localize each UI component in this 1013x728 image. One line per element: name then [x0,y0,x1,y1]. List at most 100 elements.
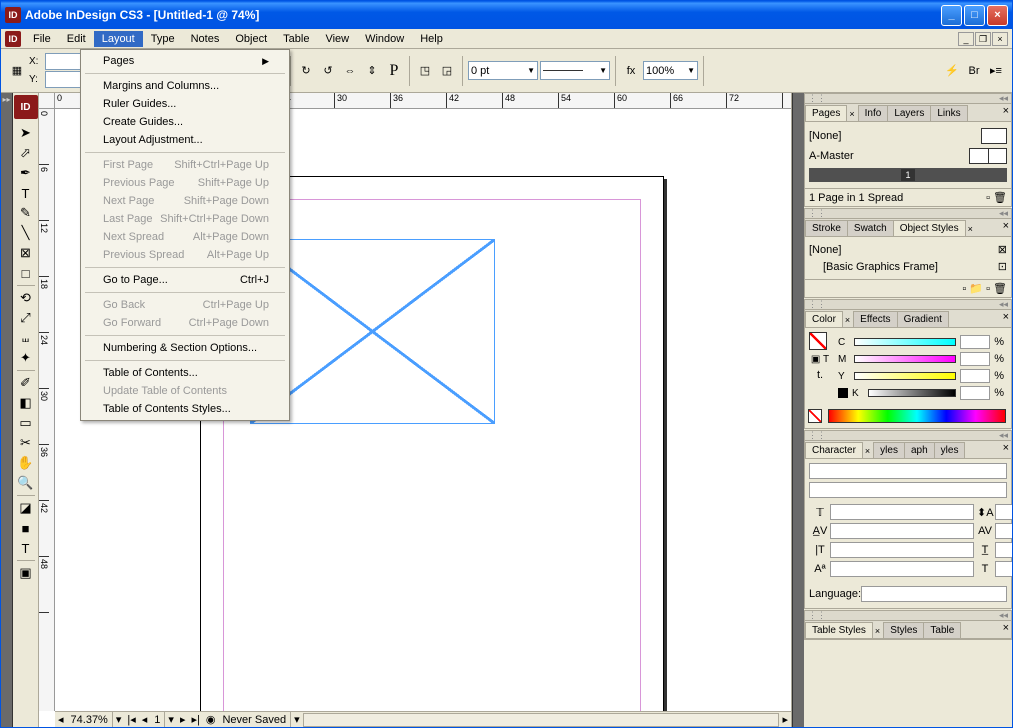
doc-icon[interactable]: ID [5,31,21,47]
menu-window[interactable]: Window [357,31,412,47]
panel-collapse-icon[interactable]: ◂◂ [999,93,1008,104]
fill-stroke-icon[interactable]: ◪ [15,498,37,518]
panel-close-icon[interactable]: × [1003,105,1009,117]
font-size-input[interactable] [830,504,974,520]
h-scrollbar[interactable] [303,713,780,727]
fill-stroke-proxy-icon[interactable] [809,332,827,350]
c-slider[interactable] [854,338,956,346]
tab-stroke[interactable]: Stroke [805,220,848,236]
select-content-icon[interactable]: ◲ [437,61,457,81]
effects-icon[interactable]: fx [621,61,641,81]
y-value[interactable] [960,369,990,383]
menu-create-guides[interactable]: Create Guides... [83,113,287,131]
k-slider[interactable] [868,389,956,397]
tab-paragraph[interactable]: aph [904,442,935,458]
m-value[interactable] [960,352,990,366]
stroke-weight-dropdown[interactable]: 0 pt▼ [468,61,538,80]
quick-apply-icon[interactable]: ⚡ [942,61,962,81]
menu-help[interactable]: Help [412,31,451,47]
next-page-icon[interactable]: ▸ [177,713,189,726]
rotate-cw-icon[interactable]: ↻ [296,61,316,81]
menu-notes[interactable]: Notes [183,31,228,47]
left-dock-grab[interactable]: ▸▸ [1,93,13,727]
menu-pages[interactable]: Pages▶ [83,52,287,70]
pen-tool-icon[interactable]: ✒ [15,163,37,183]
page-indicator[interactable]: 1 [809,168,1007,182]
menu-file[interactable]: File [25,31,59,47]
mdi-minimize[interactable]: _ [958,32,974,46]
master-a-row[interactable]: A-Master [809,146,1007,166]
view-mode-icon[interactable]: ▣ [15,563,37,583]
stroke-style-dropdown[interactable]: ▼ [540,61,610,80]
menu-layout[interactable]: Layout [94,31,143,47]
free-transform-tool-icon[interactable]: ✦ [15,348,37,368]
leading-input[interactable] [995,504,1012,520]
scale-tool-icon[interactable]: ⤢ [15,308,37,328]
bridge-icon[interactable]: Br [964,61,984,81]
eyedropper-tool-icon[interactable]: ✐ [15,373,37,393]
style-basic-row[interactable]: [Basic Graphics Frame]⊡ [809,258,1007,275]
preflight-icon[interactable]: ◉ [203,713,219,726]
c-value[interactable] [960,335,990,349]
font-style-input[interactable] [809,482,1007,498]
tab-links[interactable]: Links [930,105,967,121]
status-dropdown-icon[interactable]: ▾ [291,713,303,726]
menu-table[interactable]: Table [275,31,317,47]
menu-edit[interactable]: Edit [59,31,94,47]
mdi-close[interactable]: × [992,32,1008,46]
menu-object[interactable]: Object [227,31,275,47]
mdi-restore[interactable]: ❐ [975,32,991,46]
tab-cell-styles[interactable]: Styles [883,622,924,638]
language-input[interactable] [861,586,1007,602]
color-spectrum[interactable] [828,409,1006,423]
page-field[interactable]: 1 [150,712,165,727]
tab-pages[interactable]: Pages [805,105,847,121]
rectangle-frame-tool-icon[interactable]: ⊠ [15,243,37,263]
scroll-right-icon[interactable]: ▸ [779,713,791,726]
flip-v-icon[interactable]: ⇕ [362,61,382,81]
delete-page-icon[interactable]: 🗑 [993,192,1007,204]
tracking-input[interactable] [995,523,1012,539]
flip-h-icon[interactable]: ⇔ [340,61,360,81]
gradient-tool-icon[interactable]: ◧ [15,393,37,413]
select-container-icon[interactable]: ◳ [415,61,435,81]
tab-effects[interactable]: Effects [853,311,897,327]
tab-para-styles[interactable]: yles [934,442,966,458]
master-none-row[interactable]: [None] [809,126,1007,146]
kerning-input[interactable] [830,523,974,539]
menu-ruler-guides[interactable]: Ruler Guides... [83,95,287,113]
new-page-icon[interactable]: ▫ [986,192,990,204]
shear-tool-icon[interactable]: ⧢ [15,328,37,348]
tab-gradient[interactable]: Gradient [897,311,949,327]
page-dropdown-icon[interactable]: ▾ [165,713,177,726]
tab-object-styles[interactable]: Object Styles [893,220,966,236]
tab-char-styles[interactable]: yles [873,442,905,458]
tab-color[interactable]: Color [805,311,843,327]
prev-page-icon[interactable]: ◂ [139,713,151,726]
menu-toc[interactable]: Table of Contents... [83,364,287,382]
reference-point-icon[interactable]: ▦ [7,61,27,81]
right-dock-grab[interactable] [792,93,804,727]
tab-layers[interactable]: Layers [887,105,931,121]
selection-tool-icon[interactable]: ➤ [15,123,37,143]
menu-type[interactable]: Type [143,31,183,47]
last-page-icon[interactable]: ▸| [188,713,202,726]
vertical-ruler[interactable]: 0 6 12 18 24 30 36 42 48 [39,109,55,711]
baseline-input[interactable] [830,561,974,577]
tab-swatches[interactable]: Swatch [847,220,894,236]
panel-menu-icon[interactable]: ▸≡ [986,61,1006,81]
format-text-icon[interactable]: T [15,538,37,558]
ruler-origin[interactable] [39,93,55,109]
vscale-input[interactable] [830,542,974,558]
opacity-dropdown[interactable]: 100%▼ [643,61,698,80]
maximize-button[interactable]: □ [964,5,985,26]
style-none-row[interactable]: [None]⊠ [809,241,1007,258]
menu-view[interactable]: View [317,31,357,47]
minimize-button[interactable]: _ [941,5,962,26]
hscale-input[interactable] [995,542,1012,558]
line-tool-icon[interactable]: ╲ [15,223,37,243]
apply-color-icon[interactable]: ■ [15,518,37,538]
m-slider[interactable] [854,355,956,363]
direct-selection-tool-icon[interactable]: ⬀ [15,143,37,163]
pencil-tool-icon[interactable]: ✎ [15,203,37,223]
